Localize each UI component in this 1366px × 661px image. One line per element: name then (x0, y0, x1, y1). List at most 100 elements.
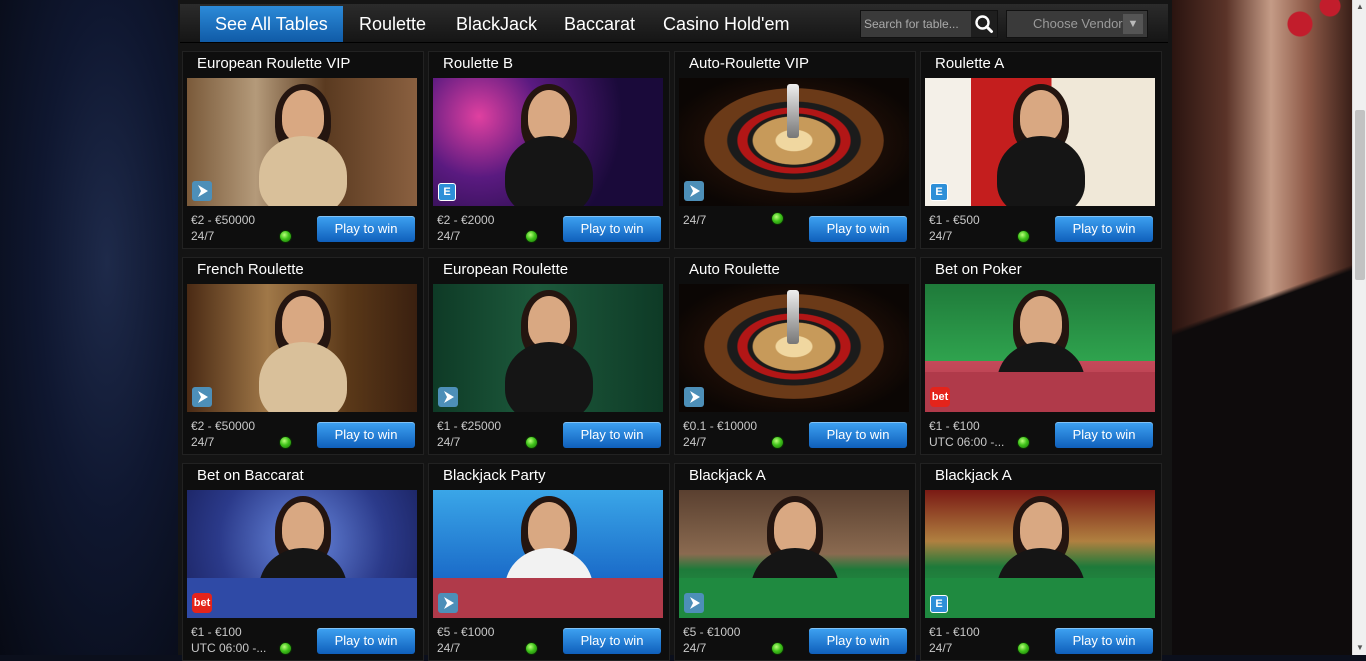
status-online-icon (525, 230, 538, 243)
table-card: Roulette B E €2 - €2000 24/7 Play to win (428, 51, 670, 249)
table-card: European Roulette VIP €2 - €50000 24/7 Play… (182, 51, 424, 249)
dealer-figure (1020, 90, 1062, 142)
background-left (0, 0, 178, 655)
table-hours: 24/7 (683, 435, 707, 449)
dealer-figure (282, 296, 324, 348)
status-online-icon (525, 642, 538, 655)
table-thumbnail[interactable]: E (925, 78, 1155, 206)
table-limits: €1 - €100 (929, 419, 980, 433)
table-thumbnail[interactable] (187, 284, 417, 412)
table-thumbnail[interactable]: bet (925, 284, 1155, 412)
play-icon (438, 593, 458, 613)
play-icon (684, 181, 704, 201)
table-hours: 24/7 (191, 435, 215, 449)
table-hours: 24/7 (437, 435, 461, 449)
play-to-win-button[interactable]: Play to win (1055, 628, 1153, 654)
dealer-body (505, 342, 593, 412)
table-card: Auto-Roulette VIP 24/7 Play to win (674, 51, 916, 249)
table-title: Bet on Baccarat (197, 467, 304, 484)
table-hours: 24/7 (929, 641, 953, 655)
table-card: European Roulette €1 - €25000 24/7 Play to … (428, 257, 670, 455)
table-thumbnail[interactable] (679, 490, 909, 618)
table-hours: 24/7 (683, 641, 707, 655)
play-to-win-button[interactable]: Play to win (563, 216, 661, 242)
table-thumbnail[interactable] (187, 78, 417, 206)
tab-blackjack[interactable]: BlackJack (441, 6, 552, 42)
table-hours: 24/7 (683, 213, 707, 227)
play-to-win-button[interactable]: Play to win (809, 216, 907, 242)
vendor-select[interactable]: Choose Vendor ▼ (1006, 10, 1148, 38)
play-to-win-button[interactable]: Play to win (809, 422, 907, 448)
table-limits: €5 - €1000 (683, 625, 741, 639)
table-felt (925, 372, 1155, 412)
bet-icon: bet (930, 387, 950, 407)
table-title: European Roulette (443, 261, 569, 278)
play-icon (684, 593, 704, 613)
status-online-icon (279, 436, 292, 449)
table-limits: €5 - €1000 (437, 625, 495, 639)
table-limits: €1 - €500 (929, 213, 980, 227)
chevron-down-icon: ▼ (1123, 14, 1143, 34)
table-limits: €1 - €100 (929, 625, 980, 639)
tab-see-all-tables[interactable]: See All Tables (200, 6, 343, 42)
table-title: Blackjack A (935, 467, 1012, 484)
status-online-icon (279, 642, 292, 655)
play-to-win-button[interactable]: Play to win (317, 422, 415, 448)
dealer-figure (528, 296, 570, 348)
table-card: Bet on Baccarat bet €1 - €100 UTC 06:00 -..… (182, 463, 424, 661)
play-icon (438, 387, 458, 407)
table-title: Roulette A (935, 55, 1005, 72)
status-online-icon (771, 212, 784, 225)
status-online-icon (771, 436, 784, 449)
table-title: Auto-Roulette VIP (689, 55, 810, 72)
search-input[interactable] (861, 11, 972, 37)
background-promo-image (1172, 0, 1352, 655)
page-scrollbar[interactable]: ▲ ▼ (1352, 0, 1366, 655)
search-button[interactable] (971, 11, 997, 37)
dealer-figure (282, 502, 324, 554)
table-title: Blackjack Party (443, 467, 546, 484)
status-online-icon (279, 230, 292, 243)
scroll-up-icon[interactable]: ▲ (1353, 0, 1366, 14)
table-title: French Roulette (197, 261, 304, 278)
tab-roulette[interactable]: Roulette (344, 6, 441, 42)
table-limits: €2 - €50000 (191, 419, 256, 433)
play-to-win-button[interactable]: Play to win (1055, 422, 1153, 448)
table-thumbnail[interactable]: E (433, 78, 663, 206)
table-limits: €1 - €25000 (437, 419, 502, 433)
status-online-icon (1017, 230, 1030, 243)
status-online-icon (1017, 436, 1030, 449)
table-thumbnail[interactable] (433, 284, 663, 412)
play-to-win-button[interactable]: Play to win (317, 216, 415, 242)
scroll-down-icon[interactable]: ▼ (1353, 641, 1366, 655)
roulette-spindle (787, 290, 799, 344)
play-to-win-button[interactable]: Play to win (1055, 216, 1153, 242)
dealer-body (997, 136, 1085, 206)
table-hours: UTC 06:00 -... (929, 435, 1005, 449)
play-icon (192, 387, 212, 407)
play-to-win-button[interactable]: Play to win (563, 628, 661, 654)
dealer-figure (528, 502, 570, 554)
play-to-win-button[interactable]: Play to win (563, 422, 661, 448)
roulette-spindle (787, 84, 799, 138)
table-thumbnail[interactable] (679, 78, 909, 206)
dealer-figure (528, 90, 570, 142)
table-limits: €0.1 - €10000 (683, 419, 758, 433)
table-felt (433, 578, 663, 618)
table-thumbnail[interactable] (679, 284, 909, 412)
e-icon: E (438, 183, 456, 201)
table-thumbnail[interactable]: bet (187, 490, 417, 618)
play-to-win-button[interactable]: Play to win (809, 628, 907, 654)
table-search (860, 10, 998, 38)
tab-baccarat[interactable]: Baccarat (549, 6, 650, 42)
table-thumbnail[interactable]: E (925, 490, 1155, 618)
table-card: Bet on Poker bet €1 - €100 UTC 06:00 -... Pl… (920, 257, 1162, 455)
table-card: Blackjack Party €5 - €1000 24/7 Play to win (428, 463, 670, 661)
dealer-body (259, 342, 347, 412)
tab-casino-holdem[interactable]: Casino Hold'em (648, 6, 805, 42)
table-thumbnail[interactable] (433, 490, 663, 618)
play-to-win-button[interactable]: Play to win (317, 628, 415, 654)
table-card: Auto Roulette €0.1 - €10000 24/7 Play to wi… (674, 257, 916, 455)
table-hours: 24/7 (929, 229, 953, 243)
scrollbar-thumb[interactable] (1355, 110, 1365, 280)
